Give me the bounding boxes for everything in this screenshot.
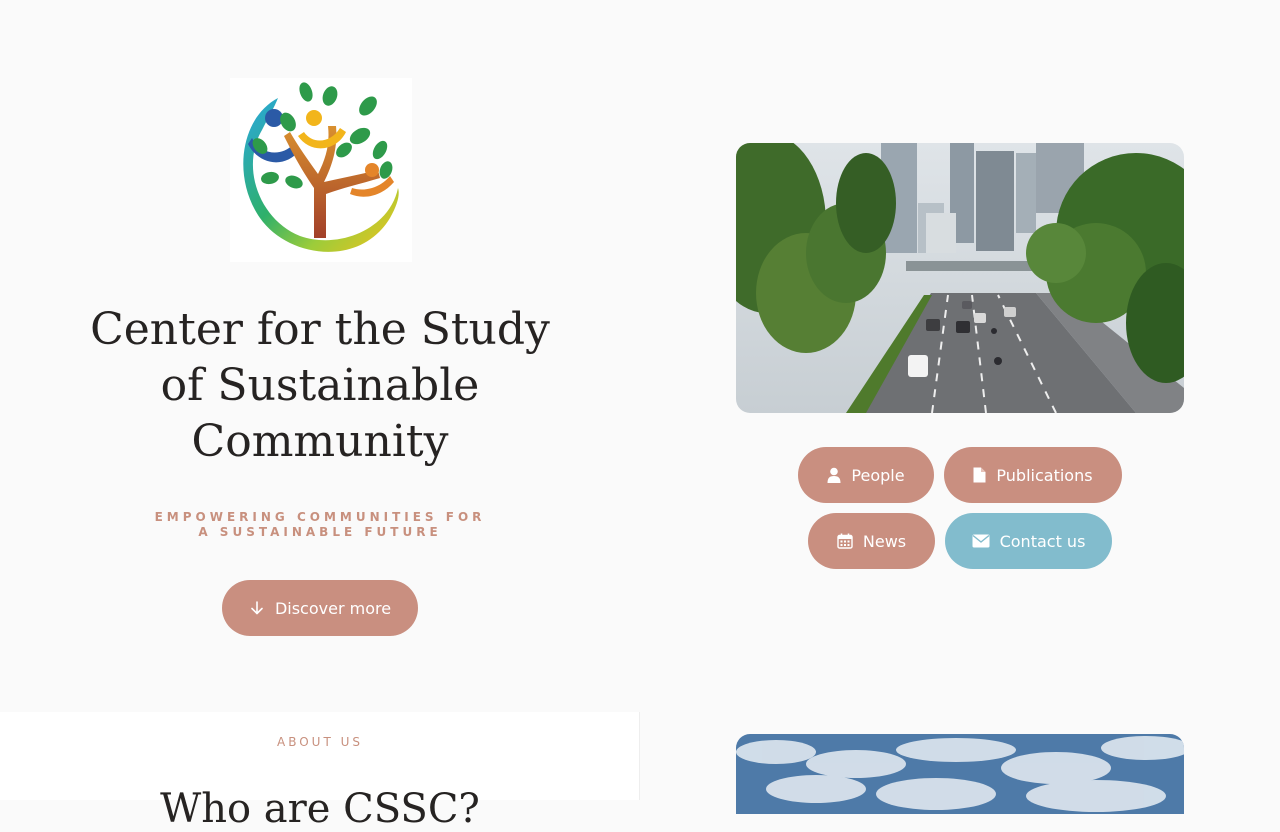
hero-section: Center for the Study of Sustainable Comm…: [0, 0, 1280, 712]
sky-photo: [736, 734, 1184, 814]
calendar-icon: [837, 533, 853, 549]
news-label: News: [862, 531, 907, 551]
document-icon: [973, 467, 986, 483]
about-heading: Who are CSSC?: [160, 786, 480, 832]
city-road-photo: [736, 143, 1184, 413]
people-button[interactable]: People: [798, 447, 934, 503]
cssc-logo: [230, 78, 412, 262]
people-label: People: [851, 465, 905, 485]
user-icon: [827, 467, 841, 483]
page-title: Center for the Study of Sustainable Comm…: [90, 304, 550, 467]
about-section: ABOUT US Who are CSSC?: [0, 712, 640, 832]
discover-more-label: Discover more: [274, 598, 392, 618]
publications-button[interactable]: Publications: [944, 447, 1122, 503]
publications-label: Publications: [996, 465, 1093, 485]
envelope-icon: [972, 534, 990, 548]
discover-more-button[interactable]: Discover more: [222, 580, 418, 636]
contact-us-label: Contact us: [999, 531, 1086, 551]
arrow-down-icon: [251, 601, 263, 615]
news-button[interactable]: News: [808, 513, 935, 569]
tagline: EMPOWERING COMMUNITIES FOR A SUSTAINABLE…: [154, 510, 486, 539]
about-label: ABOUT US: [276, 735, 363, 749]
contact-us-button[interactable]: Contact us: [945, 513, 1112, 569]
